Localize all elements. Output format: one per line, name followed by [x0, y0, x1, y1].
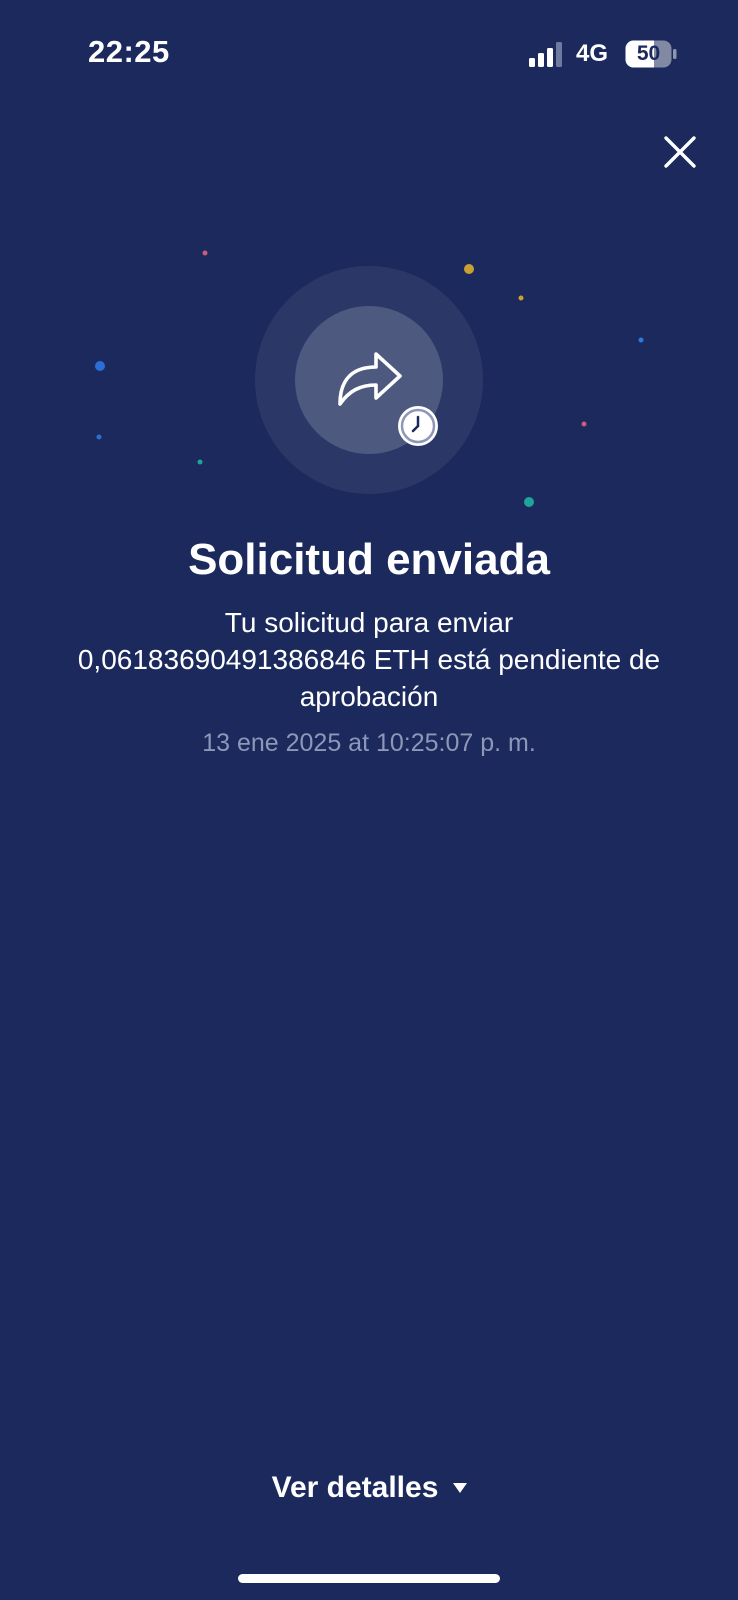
transaction-request-screen: 22:25 4G 50 Solicitud enviada Tu solicit…	[0, 0, 738, 1600]
view-details-button[interactable]: Ver detalles	[250, 1466, 490, 1510]
battery-level: 50	[636, 42, 661, 65]
timestamp: 13 ene 2025 at 10:25:07 p. m.	[202, 729, 536, 757]
status-message-line: 0,06183690491386846 ETH está pendiente d…	[77, 644, 661, 675]
status-message-line: Tu solicitud para enviar	[224, 607, 514, 638]
caret-down-icon	[453, 1483, 468, 1493]
status-time: 22:25	[88, 34, 170, 69]
close-button[interactable]	[662, 134, 698, 170]
status-message: Tu solicitud para enviar 0,0618369049138…	[20, 604, 718, 715]
view-details-label: Ver detalles	[271, 1471, 439, 1504]
signal-icon	[529, 42, 562, 67]
hero-illustration	[255, 266, 483, 494]
status-message-line: aprobación	[299, 681, 439, 712]
network-type: 4G	[576, 40, 609, 67]
page-title: Solicitud enviada	[188, 535, 550, 584]
home-indicator[interactable]	[238, 1574, 500, 1583]
clock-icon	[398, 406, 438, 446]
